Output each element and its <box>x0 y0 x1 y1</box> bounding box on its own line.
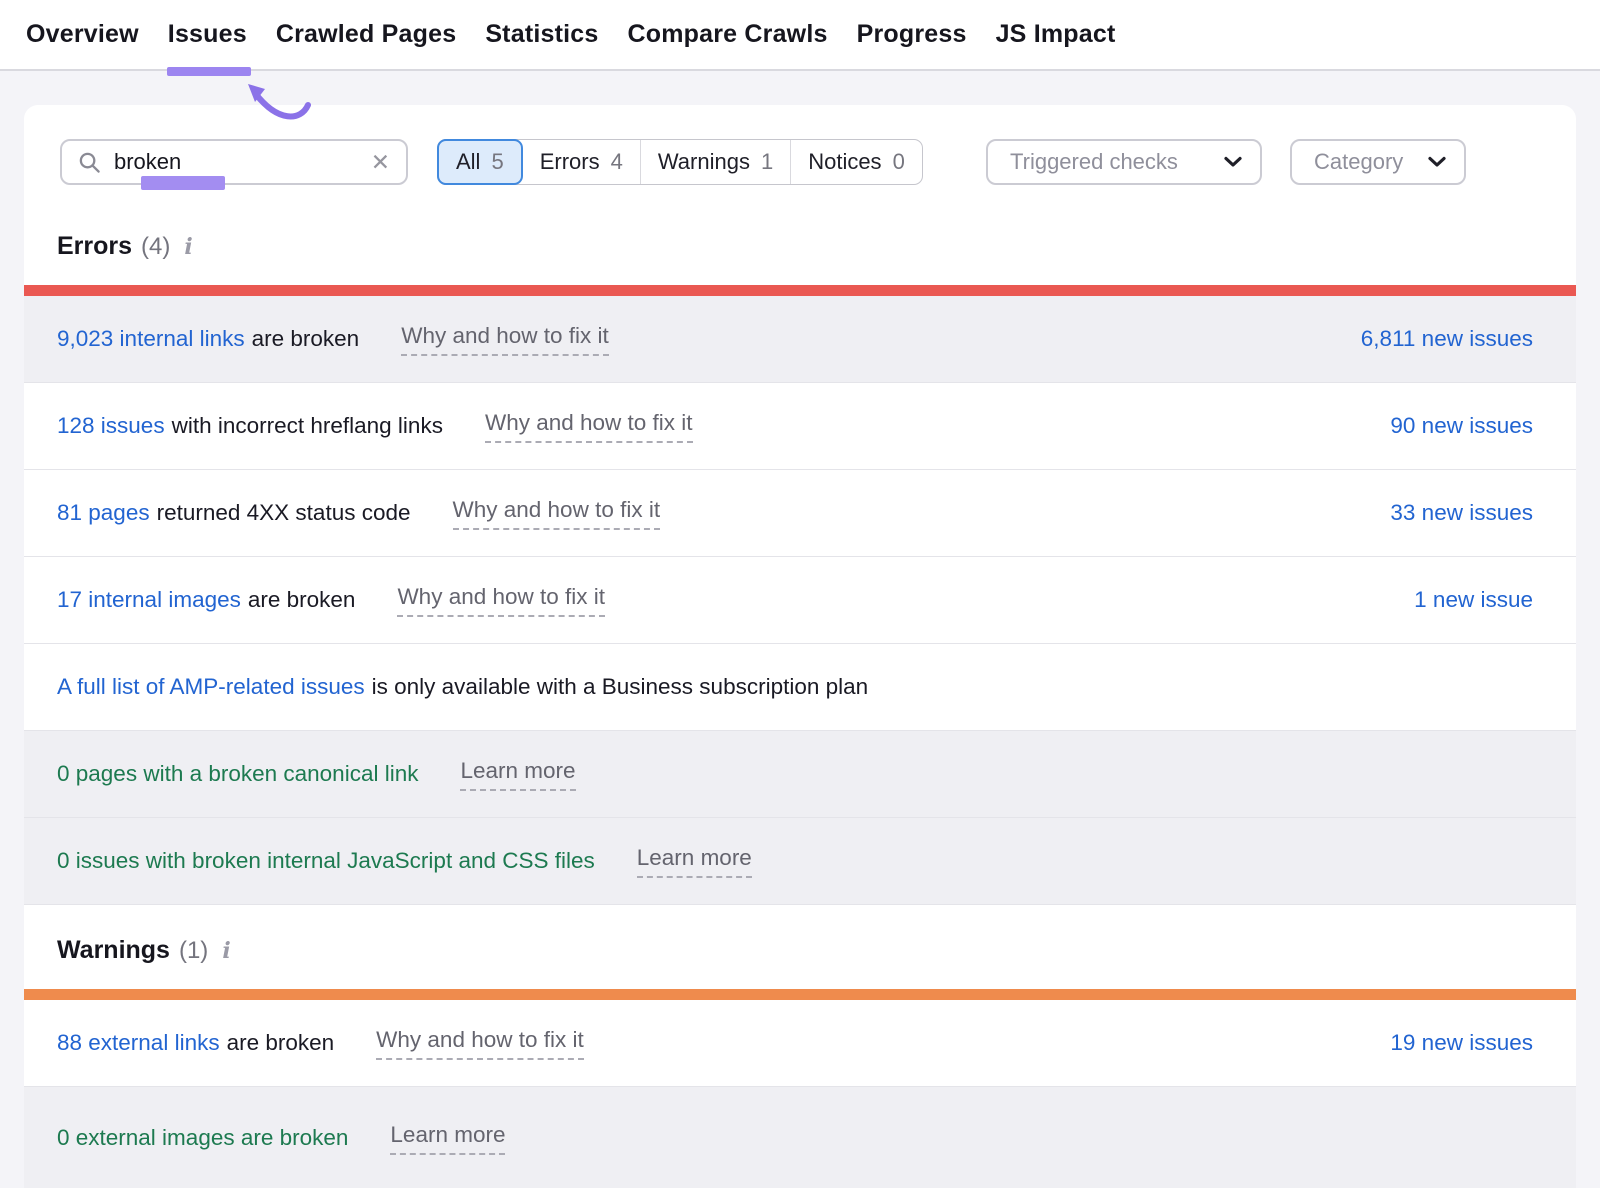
filter-errors[interactable]: Errors 4 <box>523 140 640 184</box>
new-issues-link[interactable]: 33 new issues <box>1390 500 1533 526</box>
new-issues-link[interactable]: 90 new issues <box>1390 413 1533 439</box>
filter-all[interactable]: All 5 <box>437 139 523 185</box>
warnings-section-count: (1) <box>179 937 208 965</box>
issue-row: 88 external links are broken Why and how… <box>24 1000 1576 1087</box>
issue-description: returned 4XX status code <box>157 500 411 526</box>
filter-notices-label: Notices <box>808 149 881 175</box>
new-issues-link[interactable]: 1 new issue <box>1414 587 1533 613</box>
why-how-to-fix-link[interactable]: Why and how to fix it <box>376 1027 584 1060</box>
issue-description: are broken <box>248 587 356 613</box>
filter-notices[interactable]: Notices 0 <box>790 140 922 184</box>
learn-more-link[interactable]: Learn more <box>460 758 575 791</box>
filter-all-count: 5 <box>491 149 503 175</box>
issue-count-link[interactable]: 81 pages <box>57 500 150 526</box>
warnings-severity-bar <box>24 989 1576 1000</box>
issue-row: 17 internal images are broken Why and ho… <box>24 557 1576 644</box>
search-value: broken <box>114 149 181 175</box>
warnings-section-title: Warnings <box>57 936 170 965</box>
errors-section-header: Errors (4) i <box>57 232 1576 260</box>
issue-row: 0 pages with a broken canonical link Lea… <box>24 731 1576 818</box>
errors-severity-bar <box>24 285 1576 296</box>
tab-js-impact[interactable]: JS Impact <box>996 20 1116 49</box>
tab-overview[interactable]: Overview <box>26 20 139 49</box>
tab-issues[interactable]: Issues <box>168 20 247 49</box>
search-input[interactable]: broken ✕ <box>60 139 408 185</box>
severity-filter: All 5 Errors 4 Warnings 1 Notices 0 <box>437 139 923 185</box>
tab-bar: Overview Issues Crawled Pages Statistics… <box>0 0 1600 71</box>
issue-row: A full list of AMP-related issues is onl… <box>24 644 1576 731</box>
issue-description: are broken <box>252 326 360 352</box>
why-how-to-fix-link[interactable]: Why and how to fix it <box>401 323 609 356</box>
issue-count-link[interactable]: 9,023 internal links <box>57 326 245 352</box>
issue-description: are broken <box>227 1030 335 1056</box>
triggered-checks-label: Triggered checks <box>1010 149 1178 175</box>
issue-row: 0 external images are broken Learn more <box>24 1087 1576 1188</box>
issue-description: is only available with a Business subscr… <box>372 674 869 700</box>
tab-statistics[interactable]: Statistics <box>485 20 598 49</box>
active-tab-underline <box>167 67 251 76</box>
filter-errors-label: Errors <box>540 149 600 175</box>
issue-row: 0 issues with broken internal JavaScript… <box>24 818 1576 905</box>
errors-section-title: Errors <box>57 232 132 261</box>
zero-issue-text: 0 external images are broken <box>57 1125 348 1151</box>
toolbar: broken ✕ All 5 Errors 4 Warnings 1 No <box>24 139 1576 185</box>
chevron-down-icon <box>1428 156 1446 168</box>
chevron-down-icon <box>1224 156 1242 168</box>
info-icon[interactable]: i <box>184 234 192 260</box>
learn-more-link[interactable]: Learn more <box>637 845 752 878</box>
issue-description: with incorrect hreflang links <box>172 413 443 439</box>
category-dropdown[interactable]: Category <box>1290 139 1466 185</box>
zero-issue-text: 0 pages with a broken canonical link <box>57 761 418 787</box>
category-label: Category <box>1314 149 1403 175</box>
errors-section-count: (4) <box>141 233 170 261</box>
new-issues-link[interactable]: 6,811 new issues <box>1361 326 1533 352</box>
filter-errors-count: 4 <box>611 149 623 175</box>
amp-issues-link[interactable]: A full list of AMP-related issues <box>57 674 365 700</box>
issue-row: 9,023 internal links are broken Why and … <box>24 296 1576 383</box>
issue-row: 128 issues with incorrect hreflang links… <box>24 383 1576 470</box>
issue-count-link[interactable]: 128 issues <box>57 413 165 439</box>
search-highlight <box>141 176 225 190</box>
learn-more-link[interactable]: Learn more <box>390 1122 505 1155</box>
filter-warnings-count: 1 <box>761 149 773 175</box>
issue-count-link[interactable]: 17 internal images <box>57 587 241 613</box>
filter-all-label: All <box>456 149 480 175</box>
issues-panel: broken ✕ All 5 Errors 4 Warnings 1 No <box>24 105 1576 1188</box>
why-how-to-fix-link[interactable]: Why and how to fix it <box>453 497 661 530</box>
filter-warnings[interactable]: Warnings 1 <box>640 140 790 184</box>
annotation-arrow-icon <box>238 78 322 132</box>
clear-icon[interactable]: ✕ <box>371 151 390 174</box>
info-icon[interactable]: i <box>222 938 230 964</box>
search-icon <box>78 151 101 174</box>
new-issues-link[interactable]: 19 new issues <box>1390 1030 1533 1056</box>
tab-crawled-pages[interactable]: Crawled Pages <box>276 20 456 49</box>
issue-row: 81 pages returned 4XX status code Why an… <box>24 470 1576 557</box>
tab-issues-label: Issues <box>168 20 247 48</box>
filter-notices-count: 0 <box>893 149 905 175</box>
triggered-checks-dropdown[interactable]: Triggered checks <box>986 139 1262 185</box>
tab-compare-crawls[interactable]: Compare Crawls <box>627 20 827 49</box>
warnings-section-header: Warnings (1) i <box>57 936 1576 964</box>
why-how-to-fix-link[interactable]: Why and how to fix it <box>397 584 605 617</box>
filter-warnings-label: Warnings <box>658 149 750 175</box>
tab-progress[interactable]: Progress <box>857 20 967 49</box>
issue-count-link[interactable]: 88 external links <box>57 1030 220 1056</box>
why-how-to-fix-link[interactable]: Why and how to fix it <box>485 410 693 443</box>
page-background: broken ✕ All 5 Errors 4 Warnings 1 No <box>0 71 1600 1188</box>
zero-issue-text: 0 issues with broken internal JavaScript… <box>57 848 595 874</box>
